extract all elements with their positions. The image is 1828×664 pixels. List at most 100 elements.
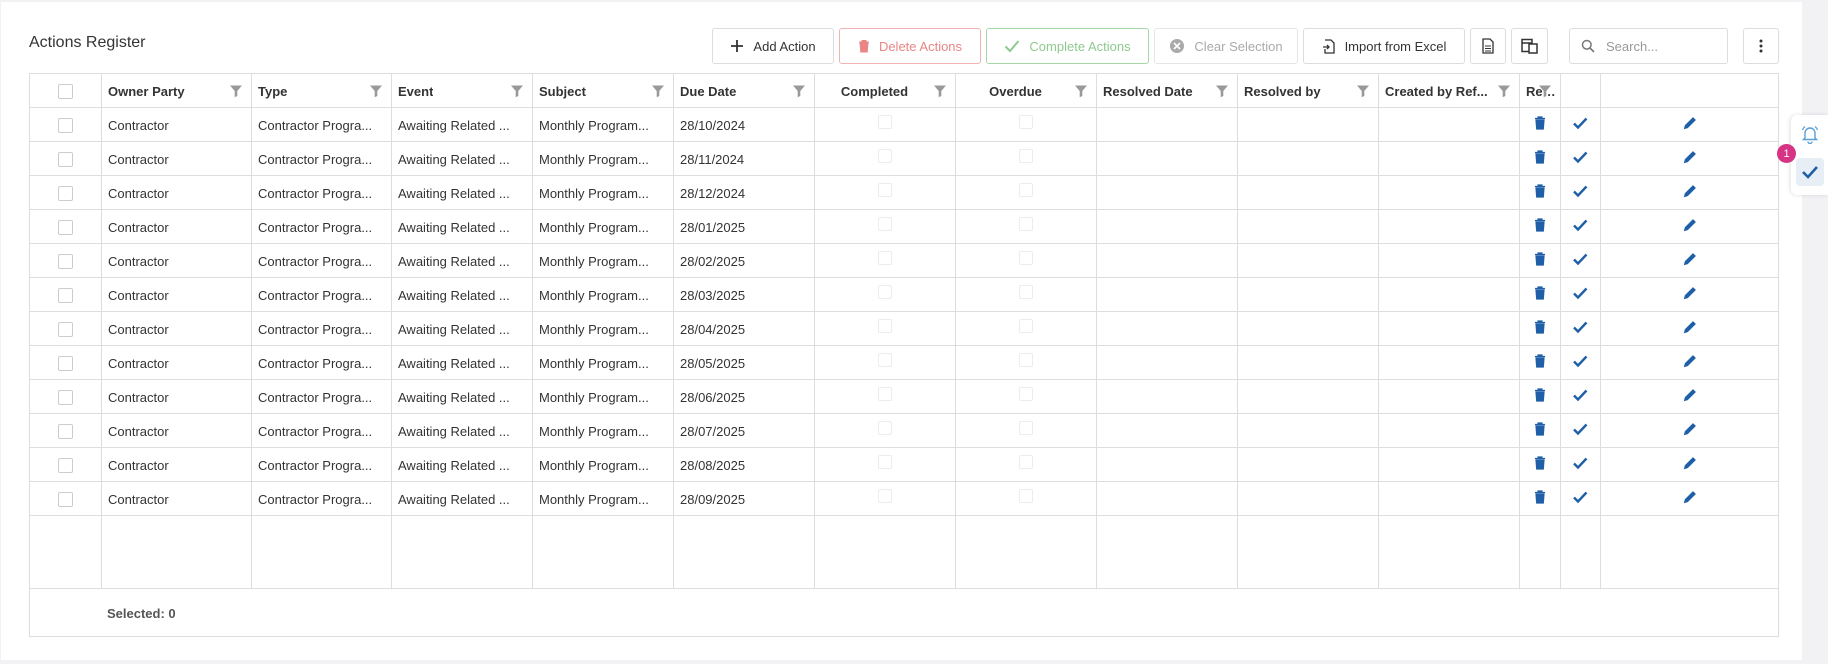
delete-row-button[interactable] — [1519, 244, 1560, 278]
row-checkbox[interactable] — [58, 117, 73, 133]
column-chooser-button[interactable] — [1511, 28, 1548, 64]
delete-row-button[interactable] — [1519, 210, 1560, 244]
edit-row-button[interactable] — [1600, 108, 1780, 142]
row-checkbox[interactable] — [58, 185, 73, 201]
table-row[interactable]: Contractor Contractor Progra... Awaiting R… — [30, 414, 1778, 448]
notifications-button[interactable] — [1800, 124, 1820, 147]
table-row[interactable]: Contractor Contractor Progra... Awaiting R… — [30, 244, 1778, 278]
complete-row-button[interactable] — [1560, 346, 1600, 380]
delete-row-button[interactable] — [1519, 176, 1560, 210]
search-input[interactable] — [1604, 37, 1724, 55]
complete-row-button[interactable] — [1560, 278, 1600, 312]
filter-icon[interactable] — [510, 84, 524, 98]
complete-row-button[interactable] — [1560, 142, 1600, 176]
edit-row-button[interactable] — [1600, 346, 1780, 380]
filter-icon[interactable] — [792, 84, 806, 98]
clear-selection-button[interactable]: Clear Selection — [1154, 28, 1298, 64]
complete-row-button[interactable] — [1560, 448, 1600, 482]
column-header-completed[interactable]: Completed — [814, 74, 955, 108]
edit-row-button[interactable] — [1600, 142, 1780, 176]
complete-row-button[interactable] — [1560, 312, 1600, 346]
pencil-icon — [1683, 117, 1696, 130]
tasks-button[interactable] — [1796, 158, 1824, 186]
delete-row-button[interactable] — [1519, 380, 1560, 414]
row-checkbox[interactable] — [58, 287, 73, 303]
table-row[interactable]: Contractor Contractor Progra... Awaiting R… — [30, 278, 1778, 312]
import-from-excel-button[interactable]: Import from Excel — [1303, 28, 1465, 64]
table-row[interactable]: Contractor Contractor Progra... Awaiting R… — [30, 482, 1778, 516]
filter-icon[interactable] — [229, 84, 243, 98]
select-all-checkbox[interactable] — [58, 83, 73, 99]
column-header-subject[interactable]: Subject — [532, 74, 673, 108]
row-checkbox[interactable] — [58, 423, 73, 439]
column-header-overdue[interactable]: Overdue — [955, 74, 1096, 108]
delete-row-button[interactable] — [1519, 278, 1560, 312]
table-row[interactable]: Contractor Contractor Progra... Awaiting R… — [30, 448, 1778, 482]
edit-row-button[interactable] — [1600, 210, 1780, 244]
delete-row-button[interactable] — [1519, 108, 1560, 142]
delete-actions-button[interactable]: Delete Actions — [839, 28, 981, 64]
filter-icon[interactable] — [933, 84, 947, 98]
complete-actions-button[interactable]: Complete Actions — [986, 28, 1149, 64]
table-row[interactable]: Contractor Contractor Progra... Awaiting R… — [30, 380, 1778, 414]
row-checkbox[interactable] — [58, 491, 73, 507]
complete-row-button[interactable] — [1560, 244, 1600, 278]
filter-icon[interactable] — [651, 84, 665, 98]
table-row[interactable]: Contractor Contractor Progra... Awaiting R… — [30, 142, 1778, 176]
complete-row-button[interactable] — [1560, 414, 1600, 448]
complete-row-button[interactable] — [1560, 210, 1600, 244]
column-header-created-by-ref[interactable]: Created by Ref... — [1378, 74, 1519, 108]
search-box[interactable] — [1569, 28, 1728, 64]
table-row[interactable]: Contractor Contractor Progra... Awaiting R… — [30, 176, 1778, 210]
complete-row-button[interactable] — [1560, 176, 1600, 210]
delete-row-button[interactable] — [1519, 414, 1560, 448]
table-row[interactable]: Contractor Contractor Progra... Awaiting R… — [30, 312, 1778, 346]
row-checkbox[interactable] — [58, 253, 73, 269]
filter-icon[interactable] — [1356, 84, 1370, 98]
column-header-type[interactable]: Type — [251, 74, 391, 108]
row-checkbox[interactable] — [58, 321, 73, 337]
complete-row-button[interactable] — [1560, 380, 1600, 414]
more-options-button[interactable] — [1743, 28, 1779, 64]
delete-row-button[interactable] — [1519, 482, 1560, 516]
export-csv-button[interactable] — [1470, 28, 1506, 64]
filter-icon[interactable] — [369, 84, 383, 98]
row-checkbox[interactable] — [58, 151, 73, 167]
column-header-due-date[interactable]: Due Date — [673, 74, 814, 108]
edit-row-button[interactable] — [1600, 380, 1780, 414]
row-checkbox[interactable] — [58, 389, 73, 405]
edit-row-button[interactable] — [1600, 414, 1780, 448]
edit-row-button[interactable] — [1600, 448, 1780, 482]
cell-text: Monthly Program... — [539, 151, 649, 167]
complete-row-button[interactable] — [1560, 482, 1600, 516]
edit-row-button[interactable] — [1600, 176, 1780, 210]
row-checkbox[interactable] — [58, 457, 73, 473]
column-header-resolved-by[interactable]: Resolved by — [1237, 74, 1378, 108]
row-checkbox[interactable] — [58, 355, 73, 371]
edit-row-button[interactable] — [1600, 312, 1780, 346]
column-header-owner-party[interactable]: Owner Party — [101, 74, 251, 108]
table-row[interactable]: Contractor Contractor Progra... Awaiting R… — [30, 210, 1778, 244]
table-row[interactable]: Contractor Contractor Progra... Awaiting R… — [30, 346, 1778, 380]
edit-row-button[interactable] — [1600, 482, 1780, 516]
edit-row-button[interactable] — [1600, 244, 1780, 278]
cell-owner-party: Contractor — [101, 108, 251, 142]
cell-owner-party: Contractor — [101, 244, 251, 278]
table-row[interactable]: Contractor Contractor Progra... Awaiting R… — [30, 108, 1778, 142]
filter-icon[interactable] — [1497, 84, 1511, 98]
column-header-event[interactable]: Event — [391, 74, 532, 108]
delete-row-button[interactable] — [1519, 448, 1560, 482]
delete-row-button[interactable] — [1519, 142, 1560, 176]
delete-row-button[interactable] — [1519, 312, 1560, 346]
edit-row-button[interactable] — [1600, 278, 1780, 312]
column-header-resolved-date[interactable]: Resolved Date — [1096, 74, 1237, 108]
row-checkbox[interactable] — [58, 219, 73, 235]
filter-icon[interactable] — [1074, 84, 1088, 98]
filter-icon[interactable] — [1215, 84, 1229, 98]
column-header-resolved-by-ref[interactable]: Resolved by Re... — [1519, 74, 1560, 108]
delete-row-button[interactable] — [1519, 346, 1560, 380]
add-action-button[interactable]: Add Action — [712, 28, 834, 64]
filter-icon[interactable] — [1538, 84, 1552, 98]
cell-owner-party: Contractor — [101, 312, 251, 346]
complete-row-button[interactable] — [1560, 108, 1600, 142]
